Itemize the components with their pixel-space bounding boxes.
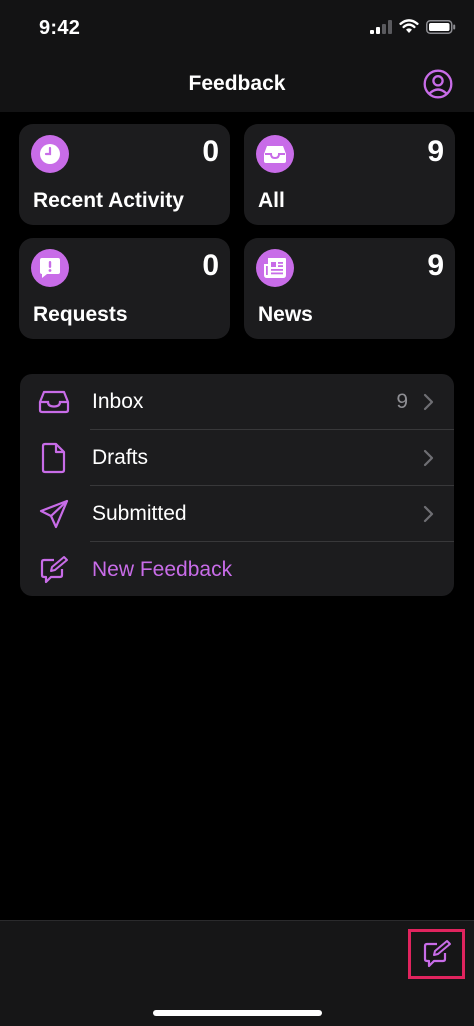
status-icons <box>370 19 456 34</box>
tile-label: Recent Activity <box>33 189 184 212</box>
chevron-right-icon <box>423 449 434 467</box>
tile-count: 9 <box>427 135 444 168</box>
tile-label: All <box>258 189 285 212</box>
navigation-bar: Feedback <box>0 58 474 112</box>
tile-count: 9 <box>427 249 444 282</box>
chevron-right-icon <box>423 505 434 523</box>
mailbox-list: Inbox 9 Drafts Submitted New Feedback <box>20 374 454 596</box>
tile-icon-badge <box>31 135 69 173</box>
bottom-toolbar <box>0 920 474 1026</box>
tile-recent-activity[interactable]: 0 Recent Activity <box>19 124 230 225</box>
home-indicator[interactable] <box>153 1010 322 1016</box>
list-item-new-feedback[interactable]: New Feedback <box>20 542 454 596</box>
tile-icon-badge <box>31 249 69 287</box>
status-bar: 9:42 <box>0 0 474 58</box>
tile-label: Requests <box>33 303 128 326</box>
page-title: Feedback <box>188 72 286 95</box>
newspaper-icon <box>264 258 286 278</box>
tray-icon <box>264 146 286 163</box>
tile-all[interactable]: 9 All <box>244 124 455 225</box>
clock-icon <box>40 144 60 164</box>
list-item-submitted[interactable]: Submitted <box>20 486 454 541</box>
tile-count: 0 <box>202 135 219 168</box>
person-circle-icon <box>423 69 453 99</box>
exclamation-bubble-icon <box>40 258 60 278</box>
row-icon <box>38 498 70 530</box>
chevron-right-icon <box>423 393 434 411</box>
tile-requests[interactable]: 0 Requests <box>19 238 230 339</box>
wifi-icon <box>399 19 419 33</box>
tile-news[interactable]: 9 News <box>244 238 455 339</box>
row-label: Inbox <box>92 390 144 413</box>
row-count: 9 <box>396 390 408 413</box>
row-icon <box>38 554 70 586</box>
tile-count: 0 <box>202 249 219 282</box>
row-icon <box>38 442 70 474</box>
compose-icon <box>423 940 451 968</box>
row-icon <box>38 386 70 418</box>
row-label: Submitted <box>92 502 187 525</box>
compose-button[interactable] <box>408 929 465 979</box>
row-label: New Feedback <box>92 558 233 581</box>
cellular-signal-icon <box>370 19 392 34</box>
tile-icon-badge <box>256 135 294 173</box>
tile-icon-badge <box>256 249 294 287</box>
list-item-inbox[interactable]: Inbox 9 <box>20 374 454 429</box>
tile-label: News <box>258 303 313 326</box>
list-item-drafts[interactable]: Drafts <box>20 430 454 485</box>
tray-icon <box>38 390 70 414</box>
battery-icon <box>426 19 456 34</box>
paperplane-icon <box>39 499 69 529</box>
account-button[interactable] <box>423 69 453 99</box>
document-icon <box>41 442 66 474</box>
compose-icon <box>40 556 68 584</box>
status-time: 9:42 <box>39 17 81 39</box>
row-label: Drafts <box>92 446 149 469</box>
